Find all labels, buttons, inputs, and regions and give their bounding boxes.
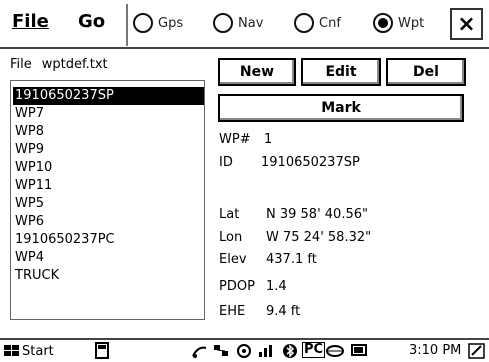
lon-label: Lon [219, 230, 243, 245]
tab-gps-label: Gps [158, 15, 184, 31]
id-value: 1910650237SP [261, 155, 360, 170]
file-label: File [10, 57, 32, 72]
lat-label: Lat [219, 207, 240, 222]
tab-gps[interactable]: Gps [133, 10, 183, 36]
wpt-radio-icon [373, 13, 393, 33]
file-name: wptdef.txt [41, 57, 108, 72]
file-menu[interactable]: File [12, 8, 49, 36]
mark-button[interactable]: Mark [218, 94, 464, 122]
clock[interactable]: 3:10 PM [409, 343, 461, 358]
lat-value: N 39 58' 40.56" [266, 207, 368, 222]
list-item[interactable]: WP9 [13, 141, 44, 159]
list-item[interactable]: WP7 [13, 105, 44, 123]
ehe-label: EHE [219, 304, 246, 319]
cnf-radio-icon [294, 13, 314, 33]
file-menu-label: File [12, 11, 49, 32]
connection-icon[interactable] [190, 342, 210, 360]
start-label: Start [22, 343, 54, 359]
tab-wpt-label: Wpt [398, 15, 425, 31]
tab-nav[interactable]: Nav [213, 10, 263, 36]
list-item[interactable]: WP10 [13, 159, 52, 177]
top-menu-bar: File Go Gps Nav Cnf Wpt × [0, 0, 489, 50]
waypoint-list[interactable]: 1910650237SP WP7 WP8 WP9 WP10 WP11 WP5 W… [10, 80, 205, 320]
start-button[interactable]: Start [2, 341, 54, 361]
close-button[interactable]: × [450, 8, 483, 40]
sync-icon[interactable] [235, 342, 253, 360]
go-menu[interactable]: Go [78, 8, 105, 36]
list-item[interactable]: WP8 [13, 123, 44, 141]
ehe-value: 9.4 ft [266, 304, 301, 319]
battery-icon[interactable] [350, 342, 370, 360]
list-item[interactable]: 1910650237PC [13, 231, 115, 249]
pdop-label: PDOP [219, 279, 255, 294]
elev-value: 437.1 ft [266, 252, 317, 267]
speaker-icon[interactable] [324, 342, 346, 360]
list-item[interactable]: WP11 [13, 177, 52, 195]
bluetooth-icon[interactable] [281, 342, 299, 360]
list-item[interactable]: WP4 [13, 249, 44, 267]
network-icon[interactable] [212, 342, 230, 360]
list-item[interactable]: WP6 [13, 213, 44, 231]
delete-button[interactable]: Del [386, 58, 466, 86]
nav-radio-icon [213, 13, 233, 33]
lon-value: W 75 24' 58.32" [266, 230, 372, 245]
tab-wpt[interactable]: Wpt [373, 10, 424, 36]
wp-number-label: WP# [219, 132, 251, 147]
top-divider [0, 47, 489, 49]
wp-number-value: 1 [264, 132, 273, 147]
list-item[interactable]: WP5 [13, 195, 44, 213]
signal-meter-icon[interactable] [257, 342, 279, 360]
tab-cnf-label: Cnf [319, 15, 341, 31]
pc-connection-label[interactable]: PC [302, 342, 326, 358]
edit-button[interactable]: Edit [301, 58, 381, 86]
windows-flag-icon [4, 345, 19, 356]
app-window-icon[interactable] [94, 342, 112, 360]
taskbar: Start PC 3:10 PM [0, 338, 489, 362]
tab-nav-label: Nav [238, 15, 264, 31]
input-panel-icon[interactable] [468, 342, 486, 360]
tab-cnf[interactable]: Cnf [294, 10, 341, 36]
file-name-row: File wptdef.txt [10, 57, 118, 72]
new-button[interactable]: New [218, 58, 296, 86]
gps-radio-icon [133, 13, 153, 33]
id-label: ID [219, 155, 233, 170]
pdop-value: 1.4 [266, 279, 287, 294]
menu-separator [126, 4, 128, 46]
elev-label: Elev [219, 252, 247, 267]
list-item[interactable]: 1910650237SP [13, 87, 204, 105]
list-item[interactable]: TRUCK [13, 267, 59, 285]
